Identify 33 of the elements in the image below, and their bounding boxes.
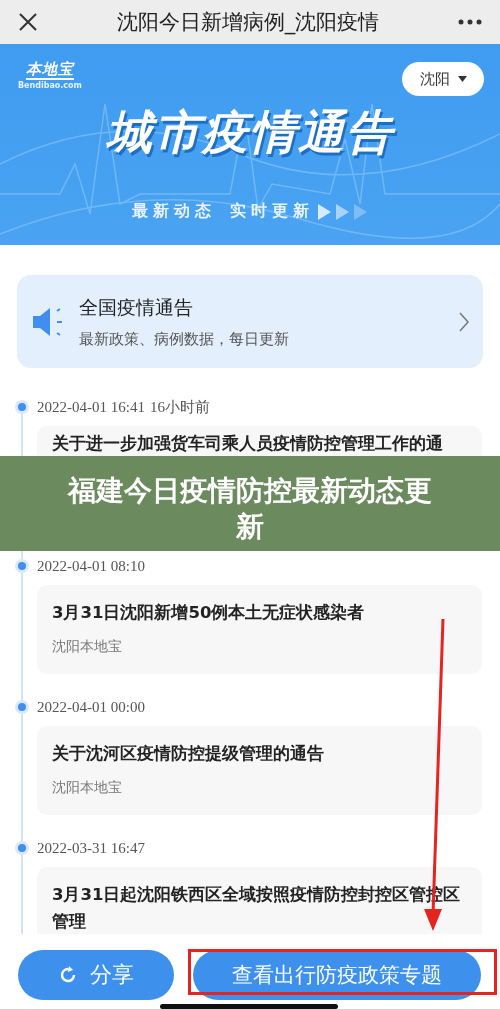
relative-time: 16小时前 <box>149 397 210 417</box>
hero-title: 城市疫情通告 <box>105 104 397 161</box>
post-date: 2022-03-31 16:47 <box>37 839 145 857</box>
post-date: 2022-04-01 08:10 <box>37 557 145 575</box>
notice-subtitle: 最新政策、病例数据，每日更新 <box>79 329 290 349</box>
close-icon[interactable] <box>18 12 38 32</box>
timeline-dot <box>18 403 26 411</box>
timeline-dot <box>18 562 26 570</box>
chevron-right-icon <box>459 311 469 332</box>
post-date: 2022-04-01 00:00 <box>37 698 145 716</box>
timeline-dot <box>18 844 26 852</box>
logo-subtext: Bendibao.com <box>18 81 82 90</box>
news-source: 沈阳本地宝 <box>52 638 123 656</box>
hero-subtitle: 最新动态 <box>132 201 216 222</box>
caption-title: 福建今日疫情防控最新动态更新 <box>66 473 433 545</box>
news-title: 关于进一步加强货车司乘人员疫情防控管理工作的通 <box>52 434 444 454</box>
timeline-dot <box>18 703 26 711</box>
refresh-icon <box>58 965 78 985</box>
hero-subtitle: 实时更新 <box>230 201 314 222</box>
news-card[interactable]: 3月31日沈阳新增50例本土无症状感染者 沈阳本地宝 <box>37 585 482 674</box>
page-title: 沈阳今日新增病例_沈阳疫情 <box>115 9 381 36</box>
notice-card[interactable]: 全国疫情通告 最新政策、病例数据，每日更新 <box>17 275 483 368</box>
news-title: 关于沈河区疫情防控提级管理的通告 <box>52 743 325 765</box>
notice-title: 全国疫情通告 <box>79 294 194 320</box>
news-title: 3月31日沈阳新增50例本土无症状感染者 <box>52 602 366 624</box>
city-dropdown[interactable]: 沈阳 <box>402 62 484 96</box>
caret-icon <box>457 76 467 82</box>
news-source: 沈阳本地宝 <box>52 779 123 797</box>
more-icon[interactable] <box>458 19 482 25</box>
logo-text: 本地宝 <box>25 60 74 80</box>
news-card[interactable]: 关于沈河区疫情防控提级管理的通告 沈阳本地宝 <box>37 726 482 815</box>
post-date: 2022-04-01 16:41 <box>37 398 145 416</box>
triangles-icon <box>318 203 368 220</box>
